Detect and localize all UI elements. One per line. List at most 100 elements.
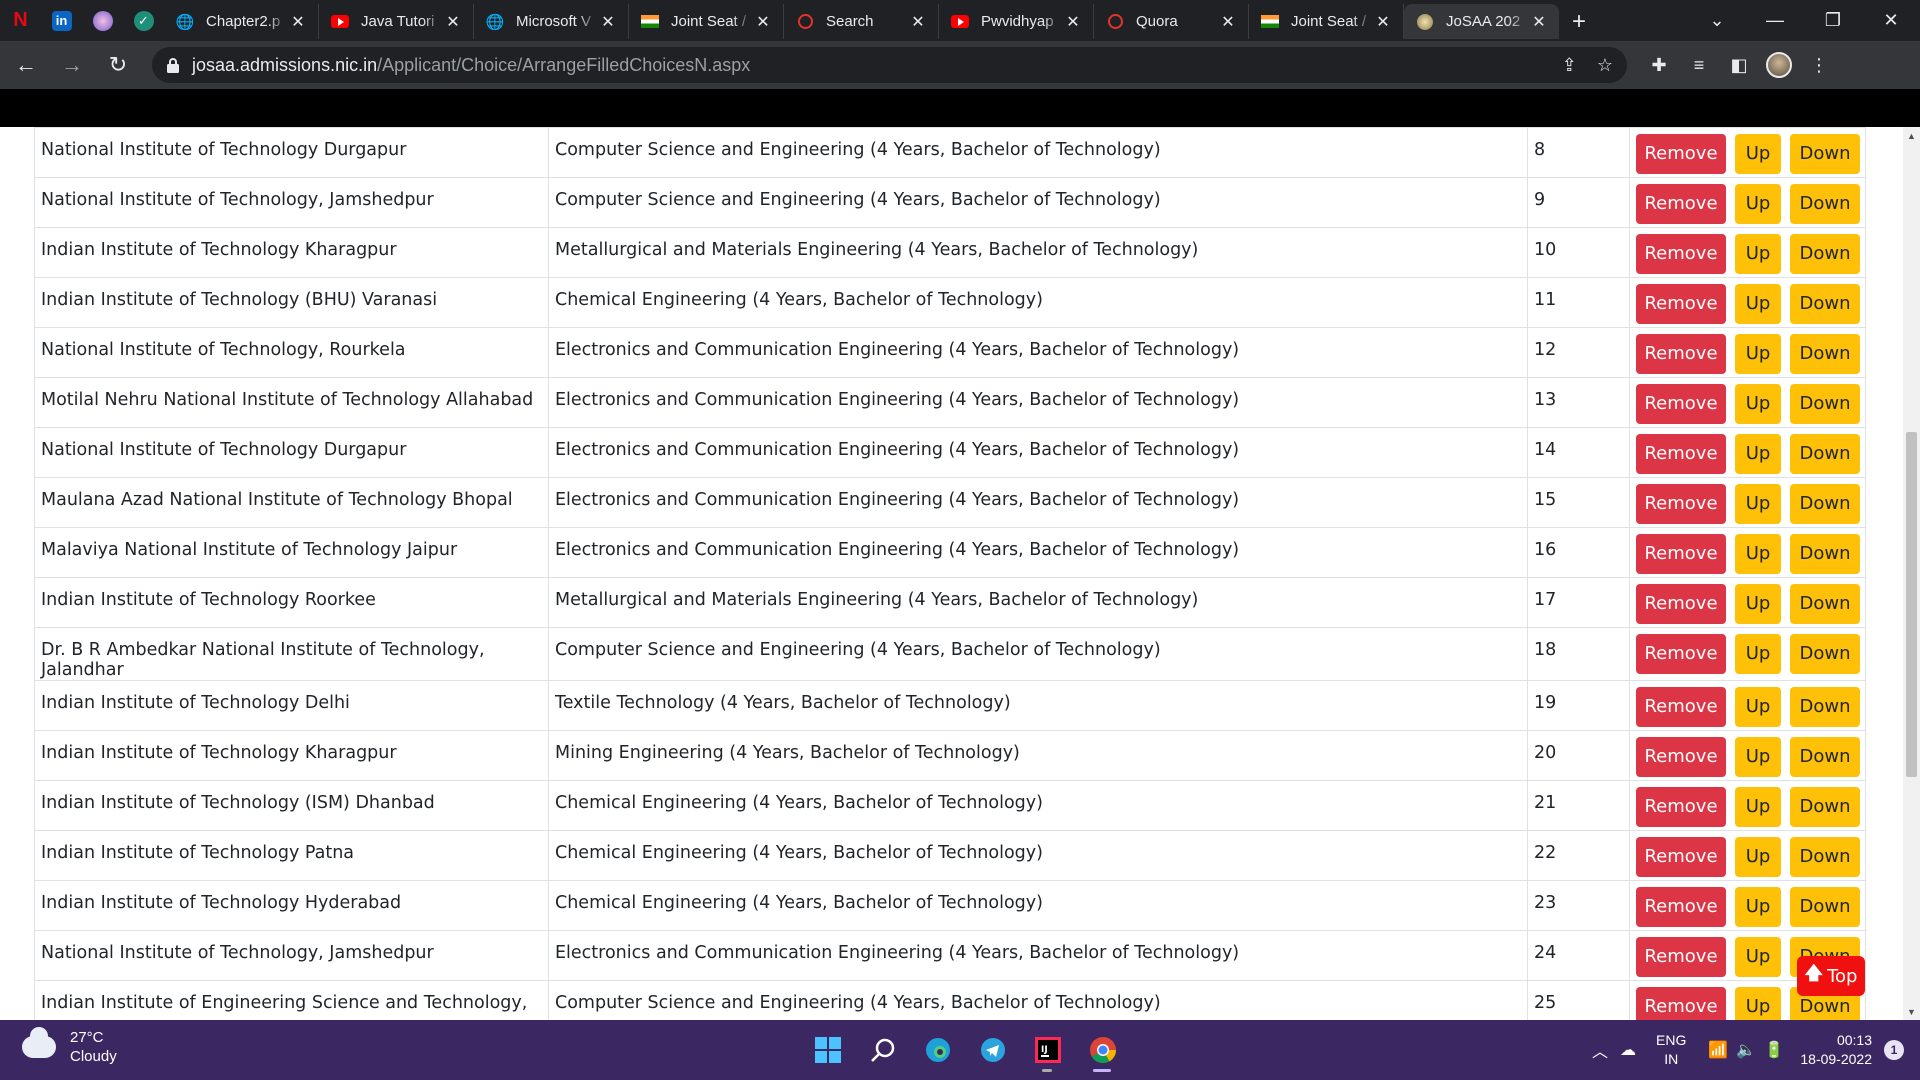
browser-tab[interactable]: Pwvidhyap ✕ — [939, 4, 1094, 39]
side-panel-button[interactable]: ◧ — [1723, 49, 1755, 81]
move-down-button[interactable]: Down — [1790, 384, 1860, 424]
taskbar-chrome[interactable] — [1075, 1028, 1130, 1072]
close-window-button[interactable]: ✕ — [1862, 0, 1920, 41]
remove-button[interactable]: Remove — [1636, 484, 1726, 524]
move-up-button[interactable]: Up — [1735, 184, 1781, 224]
remove-button[interactable]: Remove — [1636, 384, 1726, 424]
move-down-button[interactable]: Down — [1790, 887, 1860, 927]
bookmark-star-icon[interactable]: ☆ — [1597, 55, 1613, 76]
move-down-button[interactable]: Down — [1790, 787, 1860, 827]
remove-button[interactable]: Remove — [1636, 434, 1726, 474]
extensions-button[interactable]: ✚ — [1643, 49, 1675, 81]
move-up-button[interactable]: Up — [1735, 384, 1781, 424]
move-up-button[interactable]: Up — [1735, 737, 1781, 777]
move-down-button[interactable]: Down — [1790, 184, 1860, 224]
remove-button[interactable]: Remove — [1636, 584, 1726, 624]
browser-tab[interactable]: 🌐 Chapter2.p ✕ — [164, 4, 319, 39]
tab-search-button[interactable]: ⌄ — [1688, 0, 1746, 41]
move-up-button[interactable]: Up — [1735, 887, 1781, 927]
browser-tab[interactable]: Joint Seat / ✕ — [629, 4, 784, 39]
move-up-button[interactable]: Up — [1735, 534, 1781, 574]
pinned-tab-app[interactable] — [82, 0, 123, 41]
forward-button[interactable]: → — [52, 45, 92, 85]
move-up-button[interactable]: Up — [1735, 484, 1781, 524]
browser-tab[interactable]: Java Tutori ✕ — [319, 4, 474, 39]
remove-button[interactable]: Remove — [1636, 737, 1726, 777]
minimize-button[interactable]: — — [1746, 0, 1804, 41]
browser-tab[interactable]: JoSAA 202 ✕ — [1404, 4, 1559, 39]
close-tab-icon[interactable]: ✕ — [1373, 12, 1393, 32]
chrome-menu-button[interactable]: ⋮ — [1803, 49, 1835, 81]
taskbar-search-button[interactable] — [855, 1028, 910, 1072]
pinned-tab-netflix[interactable]: N — [0, 0, 41, 41]
close-tab-icon[interactable]: ✕ — [1529, 12, 1549, 32]
move-down-button[interactable]: Down — [1790, 584, 1860, 624]
start-button[interactable] — [800, 1028, 855, 1072]
remove-button[interactable]: Remove — [1636, 887, 1726, 927]
move-down-button[interactable]: Down — [1790, 837, 1860, 877]
close-tab-icon[interactable]: ✕ — [288, 12, 308, 32]
close-tab-icon[interactable]: ✕ — [1218, 12, 1238, 32]
reload-button[interactable]: ↻ — [98, 45, 138, 85]
move-down-button[interactable]: Down — [1790, 334, 1860, 374]
move-down-button[interactable]: Down — [1790, 634, 1860, 674]
move-down-button[interactable]: Down — [1790, 484, 1860, 524]
chevron-up-icon[interactable]: ︿ — [1586, 1038, 1614, 1062]
remove-button[interactable]: Remove — [1636, 634, 1726, 674]
remove-button[interactable]: Remove — [1636, 687, 1726, 727]
pinned-tab-linkedin[interactable]: in — [41, 0, 82, 41]
move-down-button[interactable]: Down — [1790, 284, 1860, 324]
move-up-button[interactable]: Up — [1735, 937, 1781, 977]
weather-widget[interactable]: 27°C Cloudy — [22, 1027, 117, 1066]
battery-icon[interactable]: 🔋 — [1760, 1040, 1788, 1060]
move-down-button[interactable]: Down — [1790, 687, 1860, 727]
share-icon[interactable]: ⇪ — [1562, 55, 1577, 76]
close-tab-icon[interactable]: ✕ — [598, 12, 618, 32]
move-down-button[interactable]: Down — [1790, 737, 1860, 777]
remove-button[interactable]: Remove — [1636, 987, 1726, 1020]
taskbar-edge[interactable] — [910, 1028, 965, 1072]
remove-button[interactable]: Remove — [1636, 184, 1726, 224]
media-control-button[interactable]: ≡ — [1683, 49, 1715, 81]
taskbar-telegram[interactable] — [965, 1028, 1020, 1072]
language-indicator[interactable]: ENG IN — [1656, 1031, 1686, 1069]
browser-tab[interactable]: Joint Seat / ✕ — [1249, 4, 1404, 39]
profile-button[interactable] — [1763, 49, 1795, 81]
back-button[interactable]: ← — [6, 45, 46, 85]
move-up-button[interactable]: Up — [1735, 634, 1781, 674]
scroll-down-arrow-icon[interactable]: ▼ — [1903, 1003, 1920, 1020]
wifi-icon[interactable]: 📶 — [1704, 1040, 1732, 1060]
remove-button[interactable]: Remove — [1636, 334, 1726, 374]
move-up-button[interactable]: Up — [1735, 787, 1781, 827]
move-up-button[interactable]: Up — [1735, 837, 1781, 877]
remove-button[interactable]: Remove — [1636, 787, 1726, 827]
move-up-button[interactable]: Up — [1735, 584, 1781, 624]
move-down-button[interactable]: Down — [1790, 134, 1860, 174]
onedrive-cloud-icon[interactable]: ☁ — [1614, 1040, 1642, 1060]
volume-icon[interactable]: 🔈 — [1732, 1040, 1760, 1060]
scroll-up-arrow-icon[interactable]: ▲ — [1903, 127, 1920, 144]
browser-tab[interactable]: 🌐 Microsoft V ✕ — [474, 4, 629, 39]
move-down-button[interactable]: Down — [1790, 434, 1860, 474]
remove-button[interactable]: Remove — [1636, 134, 1726, 174]
remove-button[interactable]: Remove — [1636, 937, 1726, 977]
close-tab-icon[interactable]: ✕ — [908, 12, 928, 32]
move-up-button[interactable]: Up — [1735, 284, 1781, 324]
browser-tab[interactable]: Quora ✕ — [1094, 4, 1249, 39]
remove-button[interactable]: Remove — [1636, 234, 1726, 274]
move-up-button[interactable]: Up — [1735, 334, 1781, 374]
scroll-top-button[interactable]: 🡅 Top — [1797, 956, 1865, 996]
move-down-button[interactable]: Down — [1790, 234, 1860, 274]
browser-tab[interactable]: Search ✕ — [784, 4, 939, 39]
move-up-button[interactable]: Up — [1735, 134, 1781, 174]
close-tab-icon[interactable]: ✕ — [1063, 12, 1083, 32]
move-up-button[interactable]: Up — [1735, 434, 1781, 474]
move-down-button[interactable]: Down — [1790, 534, 1860, 574]
scrollbar-thumb[interactable] — [1906, 432, 1917, 777]
move-up-button[interactable]: Up — [1735, 234, 1781, 274]
close-tab-icon[interactable]: ✕ — [753, 12, 773, 32]
move-up-button[interactable]: Up — [1735, 987, 1781, 1020]
move-up-button[interactable]: Up — [1735, 687, 1781, 727]
address-bar[interactable]: josaa.admissions.nic.in/Applicant/Choice… — [152, 47, 1627, 83]
page-scrollbar[interactable]: ▲ ▼ — [1903, 127, 1920, 1020]
